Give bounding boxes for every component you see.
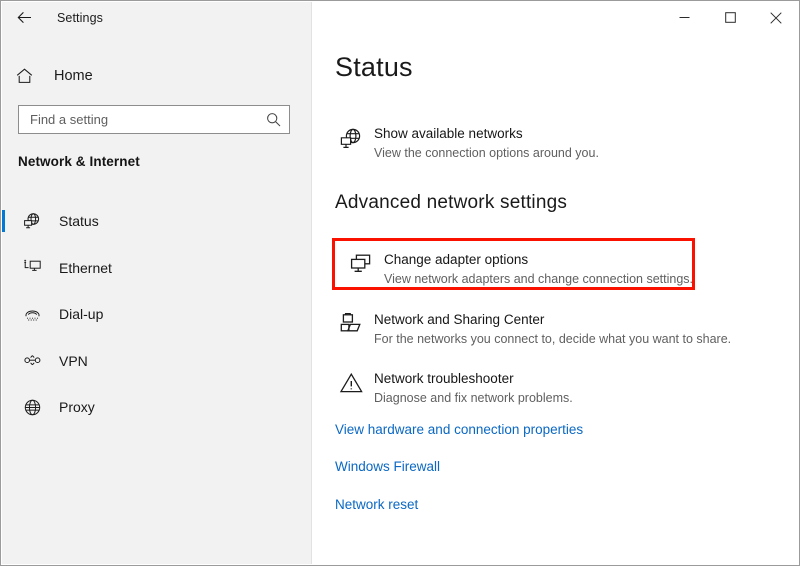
sidebar-item-status[interactable]: Status bbox=[2, 198, 311, 245]
back-button[interactable] bbox=[1, 2, 47, 34]
settings-window: Settings Home Find a setting Network & I… bbox=[0, 0, 800, 566]
warning-triangle-icon bbox=[334, 370, 368, 395]
sidebar-item-ethernet[interactable]: Ethernet bbox=[2, 245, 311, 292]
maximize-button[interactable] bbox=[707, 2, 753, 34]
minimize-icon bbox=[679, 12, 690, 23]
close-button[interactable] bbox=[753, 2, 799, 34]
network-sharing-center-tile[interactable]: Network and Sharing Center For the netwo… bbox=[324, 303, 731, 356]
maximize-icon bbox=[724, 12, 736, 23]
sidebar-item-label: Ethernet bbox=[59, 259, 112, 276]
tile-title: Show available networks bbox=[374, 126, 523, 141]
change-adapter-options-tile[interactable]: Change adapter options View network adap… bbox=[334, 242, 697, 297]
sidebar-item-label: Status bbox=[59, 213, 99, 230]
globe-monitor-icon bbox=[18, 212, 46, 231]
adapter-monitor-icon bbox=[344, 251, 378, 277]
search-icon[interactable] bbox=[266, 112, 281, 127]
minimize-button[interactable] bbox=[661, 2, 707, 34]
sidebar-item-label: Dial-up bbox=[59, 306, 104, 323]
home-label: Home bbox=[54, 68, 93, 84]
dialup-icon bbox=[18, 305, 46, 324]
title-bar: Settings bbox=[1, 1, 799, 34]
tile-text: Network troubleshooter Diagnose and fix … bbox=[374, 370, 573, 407]
search-input[interactable] bbox=[30, 112, 266, 127]
network-troubleshooter-tile[interactable]: Network troubleshooter Diagnose and fix … bbox=[324, 362, 704, 415]
sidebar-item-vpn[interactable]: VPN bbox=[2, 338, 311, 385]
sidebar-item-label: VPN bbox=[59, 352, 88, 369]
link-network-reset[interactable]: Network reset bbox=[335, 496, 418, 514]
back-arrow-icon bbox=[17, 11, 32, 24]
tile-subtitle: Diagnose and fix network problems. bbox=[374, 391, 573, 405]
show-available-networks-tile[interactable]: Show available networks View the connect… bbox=[324, 117, 704, 170]
tile-title: Change adapter options bbox=[384, 252, 529, 267]
tile-text: Network and Sharing Center For the netwo… bbox=[374, 311, 731, 348]
app-title: Settings bbox=[57, 10, 103, 25]
search-box[interactable] bbox=[18, 105, 290, 134]
sidebar: Home Network & Internet bbox=[2, 2, 312, 564]
main-content: Status Show available networks View the … bbox=[312, 2, 798, 564]
window-controls bbox=[661, 2, 799, 34]
sidebar-item-dialup[interactable]: Dial-up bbox=[2, 291, 311, 338]
selection-indicator bbox=[2, 210, 5, 233]
page-title: Status bbox=[335, 52, 413, 82]
sidebar-item-label: Proxy bbox=[59, 399, 95, 416]
tile-title: Network troubleshooter bbox=[374, 371, 514, 386]
tile-subtitle: View network adapters and change connect… bbox=[384, 272, 693, 286]
globe-monitor-icon bbox=[334, 125, 368, 152]
sidebar-item-home[interactable]: Home bbox=[2, 59, 311, 93]
tile-text: Change adapter options View network adap… bbox=[384, 251, 693, 288]
home-icon bbox=[16, 68, 46, 84]
tile-subtitle: For the networks you connect to, decide … bbox=[374, 332, 732, 346]
tile-text: Show available networks View the connect… bbox=[374, 125, 599, 162]
tile-title: Network and Sharing Center bbox=[374, 312, 545, 327]
link-windows-firewall[interactable]: Windows Firewall bbox=[335, 458, 440, 476]
sharing-center-icon bbox=[334, 311, 368, 337]
link-view-hardware-properties[interactable]: View hardware and connection properties bbox=[335, 421, 583, 439]
vpn-icon bbox=[18, 351, 46, 370]
close-icon bbox=[770, 11, 782, 24]
sidebar-nav: Status Ethernet Dial-up VPN Proxy bbox=[2, 198, 311, 431]
search-container bbox=[18, 105, 290, 134]
tile-subtitle: View the connection options around you. bbox=[374, 146, 599, 160]
sidebar-category-title: Network & Internet bbox=[18, 154, 140, 169]
ethernet-icon bbox=[18, 258, 46, 277]
advanced-network-settings-heading: Advanced network settings bbox=[335, 192, 568, 213]
globe-icon bbox=[18, 398, 46, 417]
sidebar-item-proxy[interactable]: Proxy bbox=[2, 384, 311, 431]
